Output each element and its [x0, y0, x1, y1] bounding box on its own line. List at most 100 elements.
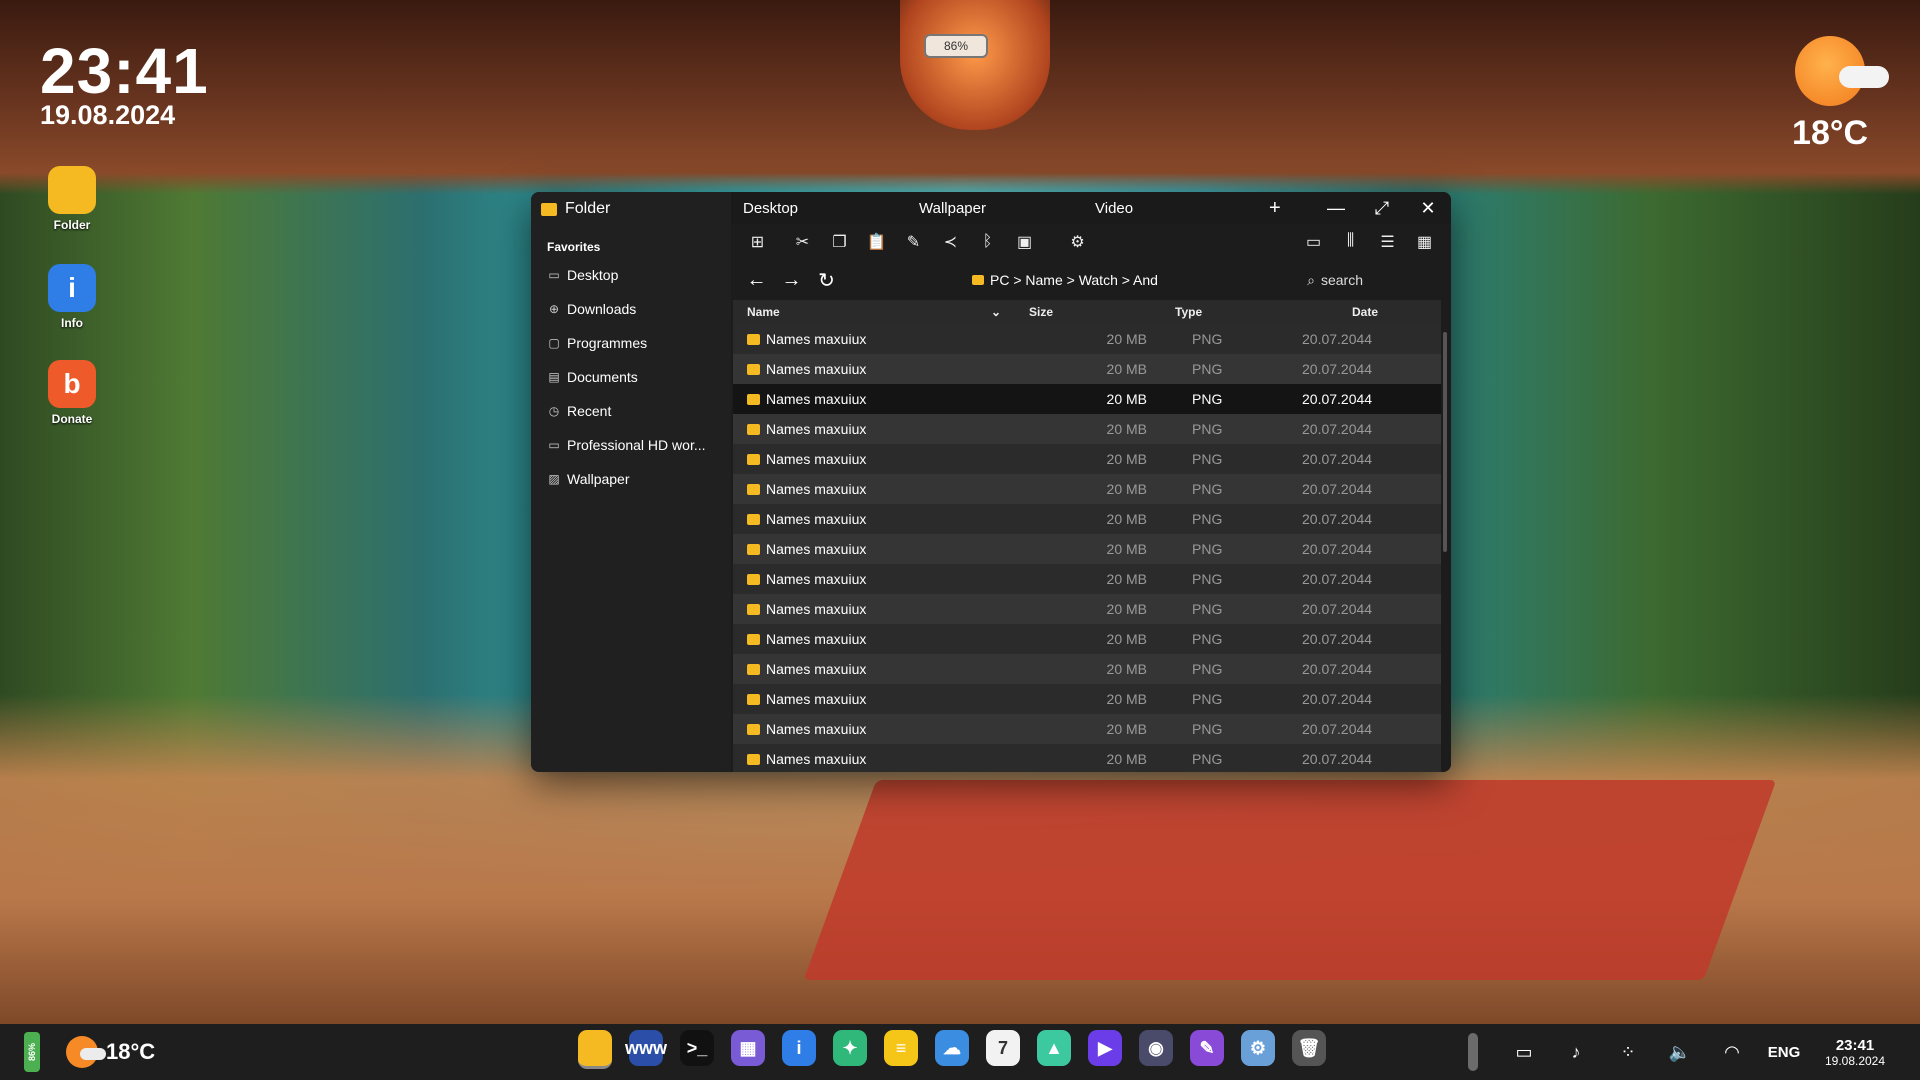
- file-name-cell: Names maxuiux: [733, 661, 1027, 677]
- info-app-icon[interactable]: i: [782, 1030, 816, 1066]
- calendar-app-icon[interactable]: 7: [986, 1030, 1020, 1066]
- view-grid-icon[interactable]: ▦: [1406, 232, 1443, 252]
- folder-icon: [972, 275, 984, 285]
- folder-icon: [747, 573, 760, 585]
- rename-icon[interactable]: ✎: [895, 232, 932, 252]
- video-app-icon[interactable]: ▶: [1088, 1030, 1122, 1066]
- close-button[interactable]: ✕: [1405, 198, 1451, 219]
- sidebar-item-wallpaper[interactable]: ▨ Wallpaper: [531, 462, 731, 496]
- table-row[interactable]: Names maxuiux 20 MB PNG 20.07.2044: [733, 414, 1441, 444]
- taskbar-weather[interactable]: 18°C: [66, 1036, 155, 1068]
- table-row[interactable]: Names maxuiux 20 MB PNG 20.07.2044: [733, 534, 1441, 564]
- file-name-cell: Names maxuiux: [733, 331, 1027, 347]
- table-row[interactable]: Names maxuiux 20 MB PNG 20.07.2044: [733, 684, 1441, 714]
- file-type: PNG: [1192, 331, 1223, 347]
- refresh-icon[interactable]: ↻: [809, 268, 844, 293]
- add-tab-button[interactable]: +: [1269, 197, 1309, 220]
- settings-app-icon[interactable]: ⚙: [1241, 1030, 1275, 1066]
- minimize-button[interactable]: —: [1313, 198, 1359, 219]
- view-preview-icon[interactable]: ▭: [1295, 232, 1332, 252]
- table-row[interactable]: Names maxuiux 20 MB PNG 20.07.2044: [733, 594, 1441, 624]
- column-header-size[interactable]: Size: [1013, 305, 1159, 319]
- sidebar-item-desktop[interactable]: ▭ Desktop: [531, 258, 731, 292]
- trash-app-icon[interactable]: 🗑: [1292, 1030, 1326, 1066]
- tab-wallpaper[interactable]: Wallpaper: [907, 200, 1083, 217]
- file-date: 20.07.2044: [1302, 421, 1373, 437]
- battery-icon[interactable]: 86%: [24, 1032, 40, 1072]
- back-arrow-icon[interactable]: ←: [739, 269, 774, 292]
- column-header-type[interactable]: Type: [1159, 305, 1295, 319]
- view-list-icon[interactable]: ☰: [1369, 232, 1406, 252]
- photos-app-icon[interactable]: ▲: [1037, 1030, 1071, 1066]
- battery-indicator: 86%: [924, 34, 988, 58]
- column-header-name[interactable]: Name ⌄: [733, 305, 1013, 319]
- file-type: PNG: [1192, 481, 1223, 497]
- files-app-icon[interactable]: [578, 1030, 612, 1069]
- paint-app-icon[interactable]: ✎: [1190, 1030, 1224, 1066]
- table-row[interactable]: Names maxuiux 20 MB PNG 20.07.2044: [733, 744, 1441, 772]
- wifi-icon[interactable]: ◠: [1706, 1042, 1758, 1063]
- desktop-icon-donate[interactable]: b Donate: [44, 360, 100, 426]
- folder-settings-icon[interactable]: ⚙: [1059, 232, 1096, 252]
- paste-icon[interactable]: 📋: [858, 232, 895, 252]
- table-row[interactable]: Names maxuiux 20 MB PNG 20.07.2044: [733, 324, 1441, 354]
- sidebar-item-label: Wallpaper: [567, 471, 630, 487]
- tab-desktop[interactable]: Desktop: [731, 200, 907, 217]
- table-row[interactable]: Names maxuiux 20 MB PNG 20.07.2044: [733, 384, 1441, 414]
- weather-sun-cloud-icon: [1795, 36, 1890, 106]
- table-row[interactable]: Names maxuiux 20 MB PNG 20.07.2044: [733, 564, 1441, 594]
- search-box[interactable]: ⌕ search: [1307, 272, 1363, 289]
- breadcrumb-path: PC > Name > Watch > And: [990, 272, 1158, 288]
- table-row[interactable]: Names maxuiux 20 MB PNG 20.07.2044: [733, 354, 1441, 384]
- tray-clock[interactable]: 23:41 19.08.2024: [1810, 1037, 1900, 1068]
- calculator-app-icon[interactable]: ▦: [731, 1030, 765, 1066]
- table-row[interactable]: Names maxuiux 20 MB PNG 20.07.2044: [733, 444, 1441, 474]
- info-icon: i: [48, 264, 96, 312]
- tablet-mode-icon[interactable]: ▭: [1498, 1042, 1550, 1063]
- forward-arrow-icon[interactable]: →: [774, 269, 809, 292]
- camera-app-icon[interactable]: ◉: [1139, 1030, 1173, 1066]
- file-size: 20 MB: [1106, 451, 1147, 467]
- chevron-down-icon[interactable]: ⌄: [991, 305, 1001, 319]
- desktop-icon-folder[interactable]: Folder: [44, 166, 100, 232]
- table-row[interactable]: Names maxuiux 20 MB PNG 20.07.2044: [733, 624, 1441, 654]
- table-row[interactable]: Names maxuiux 20 MB PNG 20.07.2044: [733, 714, 1441, 744]
- view-columns-icon[interactable]: ⫼: [1332, 232, 1369, 252]
- language-indicator[interactable]: ENG: [1758, 1044, 1810, 1061]
- browser-app-icon[interactable]: www: [625, 1030, 667, 1066]
- file-name-cell: Names maxuiux: [733, 541, 1027, 557]
- cut-icon[interactable]: ✂: [784, 232, 821, 252]
- breadcrumb[interactable]: PC > Name > Watch > And: [972, 272, 1158, 288]
- file-type: PNG: [1192, 451, 1223, 467]
- bluetooth-icon[interactable]: ᛒ: [969, 233, 1006, 251]
- tab-video[interactable]: Video: [1083, 200, 1259, 217]
- sidebar-item-professional-hd[interactable]: ▭ Professional HD wor...: [531, 428, 731, 462]
- notes-app-icon[interactable]: ≡: [884, 1030, 918, 1066]
- archive-icon[interactable]: ▣: [1006, 232, 1043, 252]
- maximize-button[interactable]: ⤢: [1359, 198, 1405, 219]
- share-icon[interactable]: ≺: [932, 232, 969, 252]
- sidebar-item-downloads[interactable]: ⊕ Downloads: [531, 292, 731, 326]
- file-name-cell: Names maxuiux: [733, 721, 1027, 737]
- apps-grid-icon[interactable]: ⁘: [1602, 1042, 1654, 1063]
- file-date: 20.07.2044: [1302, 691, 1373, 707]
- table-row[interactable]: Names maxuiux 20 MB PNG 20.07.2044: [733, 474, 1441, 504]
- donate-icon: b: [48, 360, 96, 408]
- sidebar-item-documents[interactable]: ▤ Documents: [531, 360, 731, 394]
- new-folder-icon[interactable]: ⊞: [739, 232, 776, 252]
- music-icon[interactable]: ♪: [1550, 1042, 1602, 1063]
- weather-app-icon[interactable]: ☁: [935, 1030, 969, 1066]
- tools-app-icon[interactable]: ✦: [833, 1030, 867, 1066]
- file-name: Names maxuiux: [766, 361, 867, 377]
- column-header-date[interactable]: Date: [1295, 305, 1435, 319]
- scrollbar[interactable]: [1443, 332, 1447, 552]
- sidebar-item-recent[interactable]: ◷ Recent: [531, 394, 731, 428]
- terminal-app-icon[interactable]: >_: [680, 1030, 714, 1066]
- weather-widget[interactable]: 18°C: [1792, 36, 1890, 153]
- desktop-icon-info[interactable]: i Info: [44, 264, 100, 330]
- sidebar-item-programmes[interactable]: ▢ Programmes: [531, 326, 731, 360]
- table-row[interactable]: Names maxuiux 20 MB PNG 20.07.2044: [733, 654, 1441, 684]
- copy-icon[interactable]: ❐: [821, 232, 858, 252]
- volume-icon[interactable]: 🔈: [1654, 1042, 1706, 1063]
- table-row[interactable]: Names maxuiux 20 MB PNG 20.07.2044: [733, 504, 1441, 534]
